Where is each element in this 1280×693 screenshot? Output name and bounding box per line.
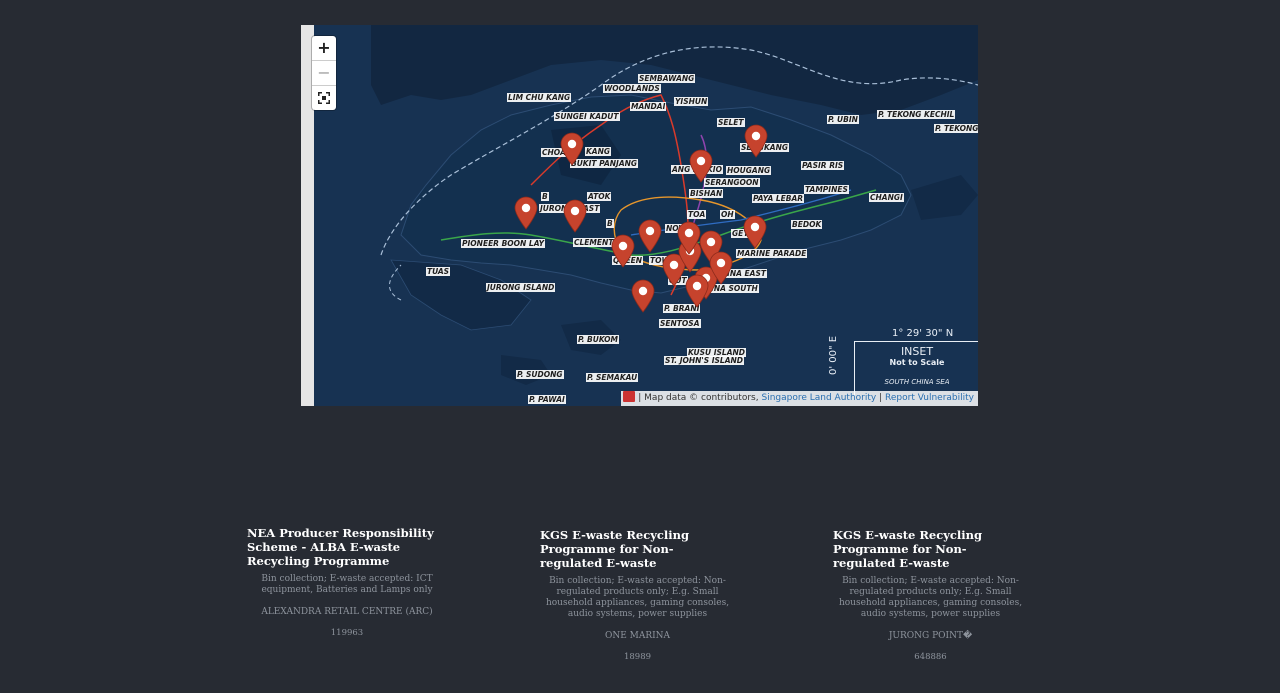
card-description: Bin collection; E-waste accepted: ICT eq… <box>261 574 433 595</box>
place-p-tekong: P. TEKONG <box>934 124 978 133</box>
place-tampines: TAMPINES <box>804 185 849 194</box>
map-pin-icon[interactable] <box>744 124 768 158</box>
place-bukit-batok: B <box>541 192 549 201</box>
fullscreen-button[interactable] <box>312 86 336 110</box>
place-b-timah: B <box>606 219 614 228</box>
place-st-johns-island: ST. JOHN'S ISLAND <box>664 356 745 365</box>
place-paya-lebar: PAYA LEBAR <box>752 194 805 203</box>
card-description: Bin collection; E-waste accepted: Non-re… <box>838 576 1023 619</box>
place-yishun: YISHUN <box>674 97 709 106</box>
place-bishan: BISHAN <box>689 189 724 198</box>
inset-sea-label: SOUTH CHINA SEA <box>884 378 950 386</box>
recycling-card: KGS E-waste Recycling Programme for Non-… <box>540 528 735 662</box>
zoom-control: + − <box>312 36 336 110</box>
card-title: NEA Producer Responsibility Scheme - ALB… <box>247 526 434 568</box>
place-p-bukom: P. BUKOM <box>577 335 620 344</box>
map-pin-icon[interactable] <box>743 215 767 249</box>
card-title: KGS E-waste Recycling Programme for Non-… <box>540 528 690 570</box>
place-bedok: BEDOK <box>791 220 823 229</box>
inset-subtitle: Not to Scale <box>889 358 945 367</box>
recycling-card: KGS E-waste Recycling Programme for Non-… <box>833 528 1028 662</box>
attribution-prefix: | Map data © contributors, <box>638 393 759 403</box>
place-toa-payoh: TOA <box>687 210 707 219</box>
onemap-logo-icon <box>623 391 636 402</box>
place-p-pawai: P. PAWAI <box>528 395 566 404</box>
place-p-semakau: P. SEMAKAU <box>586 373 639 382</box>
map-pin-icon[interactable] <box>677 221 701 255</box>
zoom-out-button[interactable]: − <box>312 61 336 86</box>
card-postal-code: 648886 <box>914 652 947 662</box>
place-sentosa: SENTOSA <box>659 319 701 328</box>
map-attribution: | Map data © contributors, Singapore Lan… <box>621 391 978 406</box>
place-jurong-island: JURONG ISLAND <box>486 283 556 292</box>
place-woodlands: WOODLANDS <box>603 84 661 93</box>
place-changi: CHANGI <box>869 193 904 202</box>
place-tuas: TUAS <box>426 267 451 276</box>
place-sembawang: SEMBAWANG <box>638 74 696 83</box>
zoom-in-button[interactable]: + <box>312 36 336 61</box>
fullscreen-icon <box>318 92 330 104</box>
map-pin-icon[interactable] <box>638 219 662 253</box>
place-p-tekong-kechil: P. TEKONG KECHIL <box>877 110 956 119</box>
card-title: KGS E-waste Recycling Programme for Non-… <box>833 528 983 570</box>
card-location: ALEXANDRA RETAIL CENTRE (ARC) <box>261 607 433 617</box>
attribution-separator: | <box>879 393 883 403</box>
map-pin-icon[interactable] <box>514 196 538 230</box>
map-pin-icon[interactable] <box>689 149 713 183</box>
card-location: JURONG POINT� <box>888 631 973 641</box>
place-sungei-kadut: SUNGEI KADUT <box>554 112 620 121</box>
place-pioneer-boon-lay: PIONEER BOON LAY <box>461 239 546 248</box>
place-lim-chu-kang: LIM CHU KANG <box>507 93 572 102</box>
map-pin-icon[interactable] <box>685 274 709 308</box>
recycling-card: NEA Producer Responsibility Scheme - ALB… <box>247 526 447 638</box>
place-p-ubin: P. UBIN <box>827 115 859 124</box>
place-choa-chu-kang-2: KANG <box>585 147 612 156</box>
inset-box: INSET Not to Scale SOUTH CHINA SEA <box>854 341 978 397</box>
place-seletar: SELET <box>717 118 745 127</box>
card-location: ONE MARINA <box>604 631 671 641</box>
map[interactable]: + − SEMBAWANG WOODLANDS MANDAI YISHUN LI… <box>301 25 978 406</box>
place-toa-payoh-2: OH <box>720 210 735 219</box>
map-pin-icon[interactable] <box>611 234 635 268</box>
place-bukit-batok-2: ATOK <box>587 192 612 201</box>
place-mandai: MANDAI <box>630 102 667 111</box>
map-pin-icon[interactable] <box>560 132 584 166</box>
place-pasir-ris: PASIR RIS <box>801 161 845 170</box>
inset-coord-north: 1° 29' 30" N <box>892 328 954 339</box>
place-p-sudong: P. SUDONG <box>516 370 564 379</box>
card-description: Bin collection; E-waste accepted: Non-re… <box>545 576 730 619</box>
card-postal-code: 119963 <box>330 628 364 638</box>
place-hougang: HOUGANG <box>726 166 772 175</box>
place-marine-parade: MARINE PARADE <box>736 249 808 258</box>
sla-link[interactable]: Singapore Land Authority <box>761 393 876 403</box>
map-pin-icon[interactable] <box>631 279 655 313</box>
map-pin-icon[interactable] <box>563 199 587 233</box>
inset-coord-east: 0' 00" E <box>828 335 839 375</box>
inset-title: INSET <box>900 345 934 358</box>
map-pin-icon[interactable] <box>709 251 733 285</box>
report-vulnerability-link[interactable]: Report Vulnerability <box>885 393 974 403</box>
card-postal-code: 18989 <box>623 652 652 662</box>
